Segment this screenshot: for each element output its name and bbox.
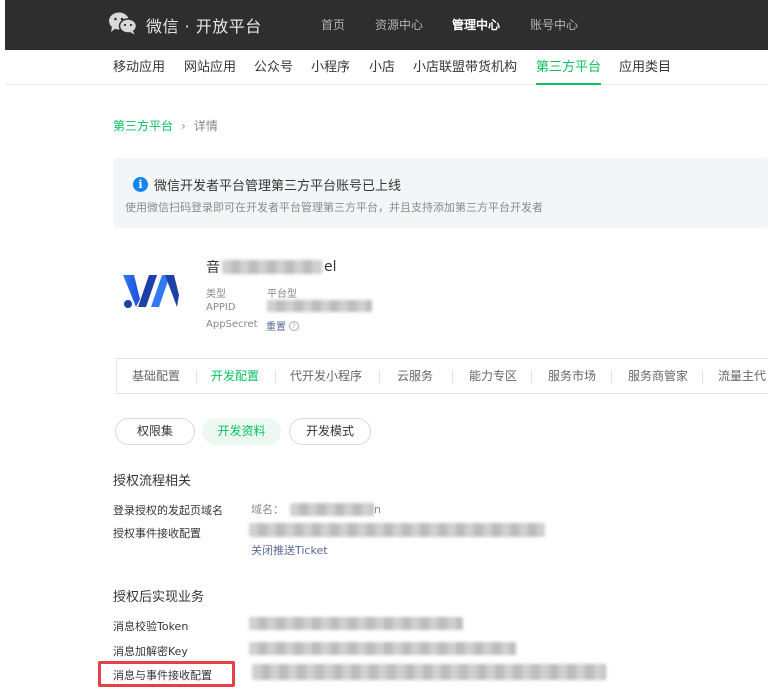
auth-domain-label: 登录授权的发起页域名 [113, 504, 223, 517]
subnav-mini-program[interactable]: 小程序 [311, 50, 350, 85]
help-icon[interactable]: ? [289, 320, 299, 331]
redacted-key [249, 642, 516, 655]
reset-secret-link[interactable]: 重置 ? [266, 318, 299, 333]
subnav-shop-alliance[interactable]: 小店联盟带货机构 [413, 50, 517, 85]
pill-permission-set[interactable]: 权限集 [115, 418, 195, 445]
tab-divider [452, 370, 453, 383]
pill-dev-info[interactable]: 开发资料 [202, 418, 281, 445]
notice-description: 使用微信扫码登录即可在开发者平台管理第三方平台，并且支持添加第三方平台开发者 [125, 201, 543, 214]
tab-capability-zone[interactable]: 能力专区 [469, 359, 517, 393]
type-value: 平台型 [267, 289, 297, 300]
tab-delegated-mini-program[interactable]: 代开发小程序 [290, 359, 362, 393]
breadcrumb-third-party-link[interactable]: 第三方平台 [113, 117, 173, 134]
tab-divider [531, 370, 532, 383]
app-name: 音 el [206, 257, 337, 277]
auth-domain-value: 域名： n [251, 501, 381, 517]
nav-resources[interactable]: 资源中心 [375, 0, 423, 50]
tab-divider [702, 370, 703, 383]
tab-divider [611, 370, 612, 383]
token-label: 消息校验Token [113, 620, 189, 633]
breadcrumb: 第三方平台 › 详情 [113, 117, 218, 134]
tab-divider [379, 370, 380, 383]
msg-event-value [252, 664, 606, 680]
aes-key-value [249, 642, 516, 655]
tab-dev-config[interactable]: 开发配置 [211, 359, 259, 393]
breadcrumb-separator: › [181, 118, 186, 133]
redacted-appid [267, 300, 372, 312]
subnav-third-party[interactable]: 第三方平台 [536, 50, 602, 85]
info-icon: i [133, 177, 148, 192]
notice-title: 微信开发者平台管理第三方平台账号已上线 [154, 179, 402, 194]
notice-title-row: i 微信开发者平台管理第三方平台账号已上线 [133, 175, 401, 194]
highlight-box [98, 661, 235, 687]
tab-basic-config[interactable]: 基础配置 [132, 359, 180, 393]
nav-account[interactable]: 账号中心 [530, 0, 578, 50]
redacted-domain [290, 502, 374, 516]
app-name-start: 音 [206, 260, 220, 276]
appid-value [267, 300, 372, 315]
appsecret-label: AppSecret [206, 319, 258, 330]
pill-dev-mode[interactable]: 开发模式 [289, 418, 371, 445]
tab-traffic-host[interactable]: 流量主代 [718, 359, 766, 393]
brand-logo[interactable]: 微信 · 开放平台 [108, 12, 262, 38]
auth-event-value [249, 523, 545, 537]
tab-divider [275, 370, 276, 383]
tab-divider [196, 370, 197, 383]
tab-service-manager[interactable]: 服务商管家 [628, 359, 688, 393]
business-section-title: 授权后实现业务 [113, 590, 205, 605]
tab-cloud-service[interactable]: 云服务 [397, 359, 433, 393]
redacted-token [249, 617, 463, 630]
aes-key-label: 消息加解密Key [113, 645, 188, 658]
type-label: 类型 [206, 289, 226, 300]
token-value [249, 617, 463, 630]
subnav-website-app[interactable]: 网站应用 [184, 50, 236, 85]
tab-service-market[interactable]: 服务市场 [548, 359, 596, 393]
subnav-shop[interactable]: 小店 [369, 50, 395, 85]
detail-tabs: 基础配置 开发配置 代开发小程序 云服务 能力专区 服务市场 服务商管家 流量主… [116, 358, 768, 394]
subnav-mobile-app[interactable]: 移动应用 [113, 50, 165, 85]
breadcrumb-current: 详情 [193, 119, 218, 133]
close-ticket-link[interactable]: 关闭推送Ticket [251, 542, 328, 558]
subnav-app-category[interactable]: 应用类目 [619, 50, 671, 85]
brand-title: 微信 · 开放平台 [146, 17, 262, 36]
nav-home[interactable]: 首页 [321, 0, 345, 50]
reset-label[interactable]: 重置 [266, 318, 286, 333]
auth-event-label: 授权事件接收配置 [113, 527, 201, 540]
notice-banner: i 微信开发者平台管理第三方平台账号已上线 使用微信扫码登录即可在开发者平台管理… [113, 158, 768, 228]
app-logo [121, 271, 183, 311]
nav-management[interactable]: 管理中心 [452, 0, 500, 50]
wechat-logo-icon [108, 11, 138, 39]
app-name-end: el [324, 259, 337, 275]
subnav-official-account[interactable]: 公众号 [254, 50, 293, 85]
redacted-name [222, 260, 322, 274]
auth-section-title: 授权流程相关 [113, 474, 192, 489]
redacted-msg-url [252, 664, 606, 680]
domain-suffix: n [374, 502, 381, 516]
redacted-event-url [249, 523, 545, 537]
appid-label: APPID [206, 302, 236, 313]
domain-prefix: 域名： [251, 503, 284, 516]
